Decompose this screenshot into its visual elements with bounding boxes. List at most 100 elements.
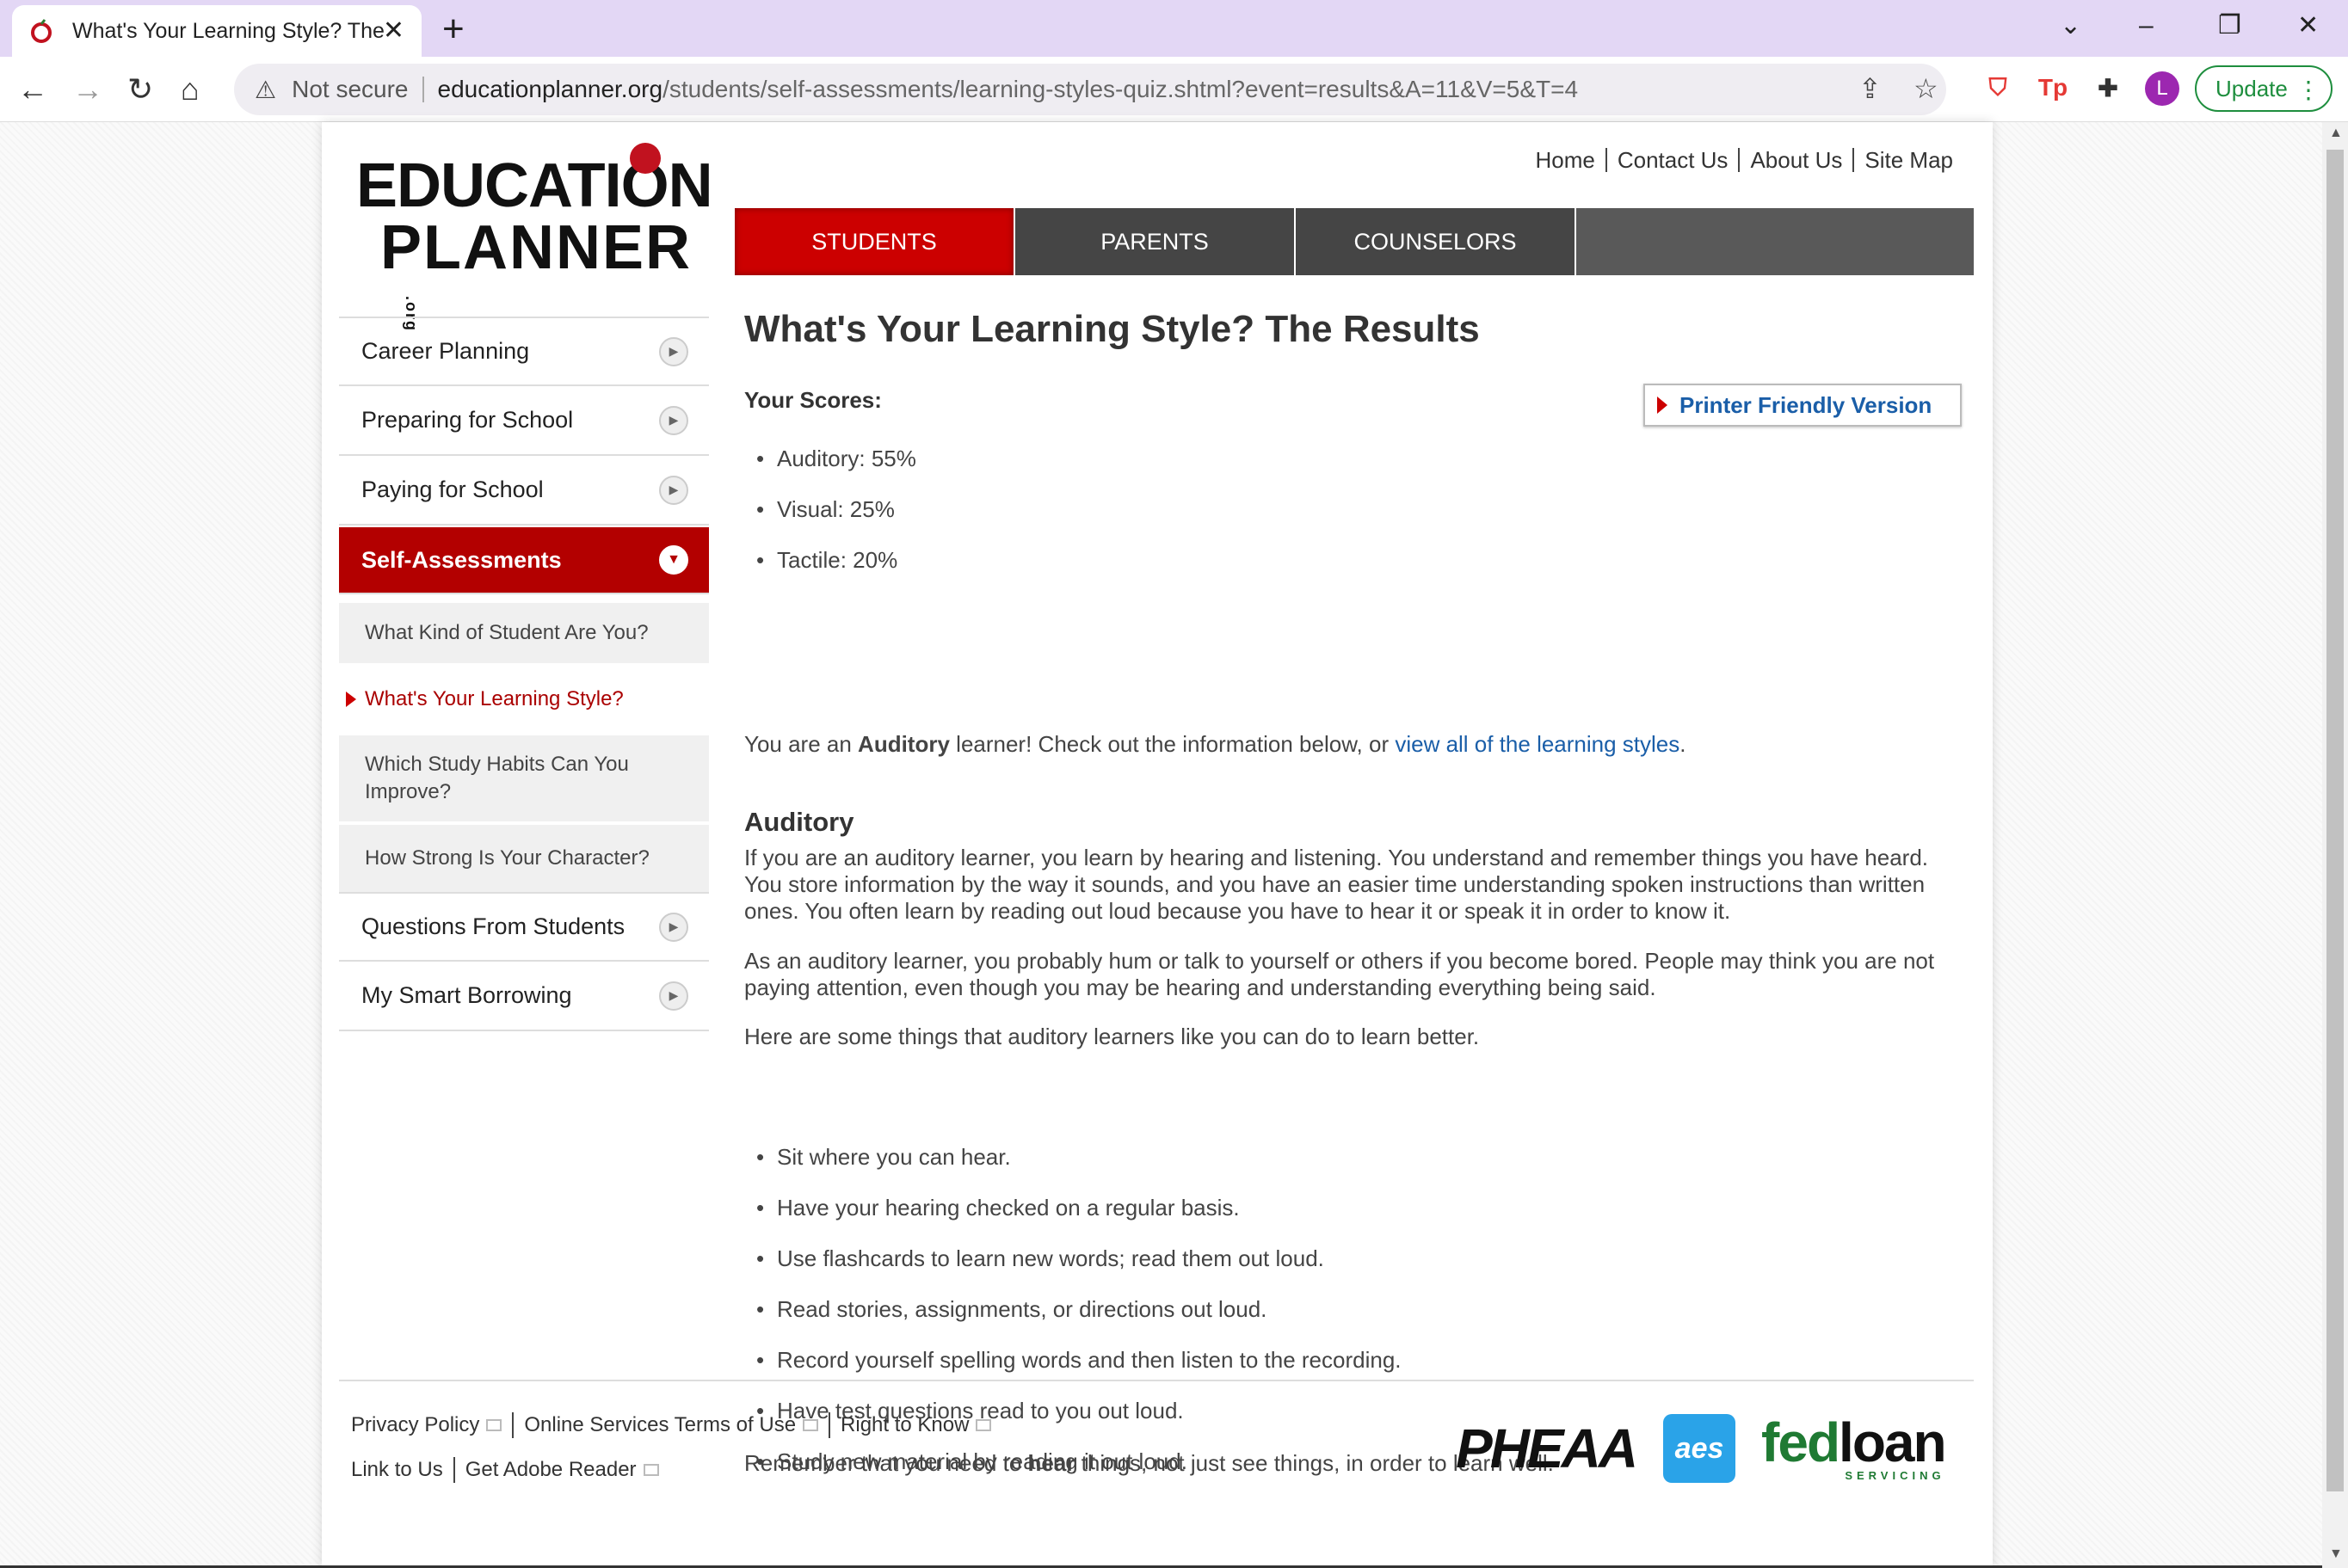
pocket-extension-icon[interactable]: ⛉ [1981, 71, 2015, 105]
paragraph-2: As an auditory learner, you probably hum… [744, 948, 1935, 1000]
tips-list: Sit where you can hear. Have your hearin… [744, 1144, 1402, 1499]
back-icon[interactable]: ← [17, 71, 48, 108]
scroll-down-icon[interactable]: ▼ [2329, 1546, 2343, 1562]
sidebar-item-questions-from-students[interactable]: Questions From Students ▶ [339, 892, 709, 962]
fedloan-logo[interactable]: fedloan SERVICING [1761, 1415, 1947, 1482]
restore-icon[interactable]: ❐ [2218, 9, 2241, 43]
adobe-reader-label: Get Adobe Reader [465, 1458, 637, 1481]
sidebar-item-preparing-for-school[interactable]: Preparing for School ▶ [339, 386, 709, 456]
terms-of-use-label: Online Services Terms of Use [524, 1413, 797, 1436]
profile-avatar[interactable]: L [2145, 71, 2179, 106]
aes-logo[interactable]: aes [1663, 1414, 1736, 1483]
sidebar-item-paying-for-school[interactable]: Paying for School ▶ [339, 456, 709, 526]
score-visual: Visual: 25% [744, 496, 916, 547]
tab-counselors[interactable]: COUNSELORS [1296, 208, 1576, 275]
home-icon[interactable]: ⌂ [181, 71, 200, 108]
page-container: EDUCATION PLANNER.org Home Contact Us Ab… [322, 122, 1993, 1568]
result-summary: You are an Auditory learner! Check out t… [744, 731, 1940, 758]
fedloan-loan: loan [1839, 1411, 1947, 1473]
new-tab-icon[interactable]: + [442, 10, 465, 48]
fedloan-fed: fed [1761, 1411, 1840, 1473]
home-link[interactable]: Home [1525, 148, 1605, 172]
tab-search-icon[interactable]: ⌄ [2060, 9, 2081, 43]
omnibox-divider [422, 77, 424, 102]
printer-friendly-button[interactable]: Printer Friendly Version [1643, 384, 1962, 427]
reload-icon[interactable]: ↻ [127, 71, 153, 108]
tab-parents[interactable]: PARENTS [1015, 208, 1296, 275]
external-link-icon [803, 1419, 819, 1431]
vertical-scrollbar[interactable]: ▲ ▼ [2322, 122, 2348, 1568]
external-link-icon [976, 1419, 992, 1431]
play-arrow-icon: ▶ [659, 912, 688, 942]
chevron-down-icon: ▼ [659, 545, 688, 575]
adobe-reader-link[interactable]: Get Adobe Reader [453, 1457, 669, 1483]
red-arrow-icon [1657, 397, 1667, 414]
address-bar[interactable]: ⚠ Not secure educationplanner.org /stude… [234, 64, 1946, 115]
external-link-icon [643, 1464, 659, 1476]
close-window-icon[interactable]: ✕ [2297, 9, 2319, 43]
tp-extension-icon[interactable]: Tp [2036, 71, 2070, 105]
view-all-styles-link[interactable]: view all of the learning styles [1395, 731, 1679, 757]
share-icon[interactable]: ⇪ [1858, 72, 1882, 105]
forward-icon[interactable]: → [72, 71, 103, 108]
closing-bold: hear [1027, 1450, 1075, 1476]
site-map-link[interactable]: Site Map [1852, 148, 1963, 172]
fedloan-wordmark: fedloan [1761, 1415, 1947, 1470]
subnav-learning-style[interactable]: What's Your Learning Style? [339, 667, 709, 732]
bookmark-star-icon[interactable]: ☆ [1914, 72, 1938, 105]
footer-links-row1: Privacy Policy Online Services Terms of … [351, 1412, 1001, 1438]
main-content: What's Your Learning Style? The Results … [744, 308, 1962, 1476]
result-pre: You are an [744, 731, 859, 757]
subnav-study-habits[interactable]: Which Study Habits Can You Improve? [339, 735, 709, 821]
pheaa-logo[interactable]: PHEAA [1456, 1417, 1638, 1480]
sidebar-item-career-planning[interactable]: Career Planning ▶ [339, 317, 709, 386]
sidebar-item-self-assessments[interactable]: Self-Assessments ▼ [339, 527, 709, 594]
link-to-us-label: Link to Us [351, 1458, 443, 1481]
education-planner-logo[interactable]: EDUCATION PLANNER.org [356, 143, 713, 341]
play-arrow-icon: ▶ [659, 475, 688, 505]
fedloan-servicing: SERVICING [1845, 1468, 1945, 1482]
privacy-policy-label: Privacy Policy [351, 1413, 480, 1436]
list-item: Use flashcards to learn new words; read … [744, 1245, 1402, 1296]
tab-students[interactable]: STUDENTS [735, 208, 1015, 275]
score-tactile: Tactile: 20% [744, 547, 916, 598]
extensions-puzzle-icon[interactable]: ✚ [2091, 71, 2125, 105]
minimize-icon[interactable]: – [2139, 9, 2154, 43]
page-title: What's Your Learning Style? The Results [744, 308, 1480, 350]
terms-of-use-link[interactable]: Online Services Terms of Use [512, 1412, 829, 1438]
play-arrow-icon: ▶ [659, 981, 688, 1011]
subnav-character[interactable]: How Strong Is Your Character? [339, 825, 709, 892]
tab-title: What's Your Learning Style? The Results [72, 18, 391, 43]
play-arrow-icon: ▶ [659, 336, 688, 366]
right-to-know-link[interactable]: Right to Know [829, 1412, 1001, 1438]
link-to-us-link[interactable]: Link to Us [351, 1457, 453, 1483]
closing-pre: Remember that you need to [744, 1450, 1028, 1476]
about-us-link[interactable]: About Us [1738, 148, 1852, 172]
sidebar-item-my-smart-borrowing[interactable]: My Smart Borrowing ▶ [339, 962, 709, 1031]
browser-tab[interactable]: What's Your Learning Style? The Results … [12, 5, 422, 57]
browser-tab-strip: What's Your Learning Style? The Results … [0, 0, 2348, 57]
sidebar-item-label: Career Planning [361, 338, 530, 364]
list-item: Have your hearing checked on a regular b… [744, 1195, 1402, 1245]
sidebar-item-label: Questions From Students [361, 913, 626, 939]
list-item: Sit where you can hear. [744, 1144, 1402, 1195]
scores-list: Auditory: 55% Visual: 25% Tactile: 20% [744, 446, 916, 598]
right-to-know-label: Right to Know [841, 1413, 970, 1436]
apple-logo-icon [630, 143, 661, 174]
url-host: educationplanner.org [437, 76, 663, 102]
close-tab-icon[interactable]: ✕ [383, 17, 404, 45]
update-button[interactable]: Update ⋮ [2195, 65, 2333, 112]
sidebar: Career Planning ▶ Preparing for School ▶… [339, 317, 709, 1031]
scroll-up-icon[interactable]: ▲ [2329, 126, 2343, 141]
scroll-thumb[interactable] [2326, 150, 2344, 1491]
apple-favicon-icon [29, 19, 53, 43]
sidebar-item-label: Paying for School [361, 477, 544, 502]
result-mid: learner! Check out the information below… [949, 731, 1396, 757]
privacy-policy-link[interactable]: Privacy Policy [351, 1412, 512, 1438]
contact-us-link[interactable]: Contact Us [1605, 148, 1739, 172]
logo-planner: PLANNER [380, 213, 693, 282]
sidebar-item-label: Preparing for School [361, 407, 574, 433]
partner-logos: PHEAA aes fedloan SERVICING [1456, 1414, 1947, 1483]
sidebar-item-label: My Smart Borrowing [361, 982, 572, 1008]
subnav-what-kind-of-student[interactable]: What Kind of Student Are You? [339, 603, 709, 663]
